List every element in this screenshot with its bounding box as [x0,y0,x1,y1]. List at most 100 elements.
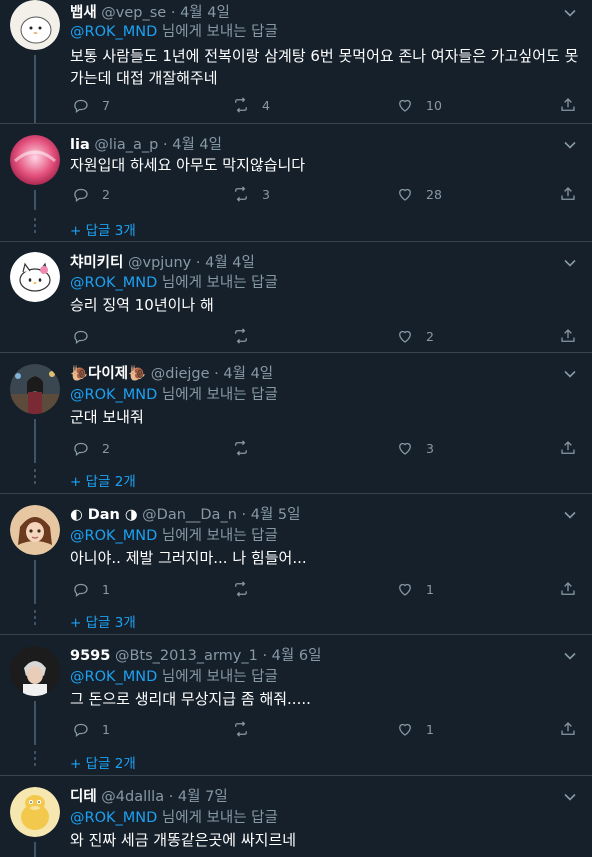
chevron-down-icon[interactable] [560,364,580,384]
avatar[interactable] [10,252,60,302]
replying-to: @ROK_MND 님에게 보내는 답글 [70,22,278,42]
avatar[interactable] [10,0,60,50]
mention-link[interactable]: @ROK_MND [70,275,157,291]
share-button[interactable] [559,719,577,739]
like-button[interactable]: 10 [396,95,442,115]
display-name[interactable]: ◐ Dan ◑ [70,507,138,523]
tweet[interactable]: ◐ Dan ◑ @Dan__Da_n · 4월 5일 @ROK_MND 님에게 … [0,494,592,634]
tweet-header: 챠미키티 @vpjuny · 4월 4일 [70,253,255,273]
action-bar: 1 1 [70,579,582,599]
display-name[interactable]: lia [70,137,90,153]
display-name[interactable]: 챠미키티 [70,255,123,271]
avatar[interactable] [10,787,60,837]
reply-button[interactable]: 1 [72,579,110,599]
share-button[interactable] [559,579,577,599]
share-button[interactable] [559,326,577,346]
mention-link[interactable]: @ROK_MND [70,24,157,40]
chevron-down-icon[interactable] [560,646,580,666]
show-more-replies[interactable]: + 답글 3개 [70,611,136,631]
retweet-count: 4 [262,97,270,113]
reply-count: 1 [102,581,110,597]
tweet[interactable]: 챠미키티 @vpjuny · 4월 4일 @ROK_MND 님에게 보내는 답글… [0,242,592,352]
display-name[interactable]: 뱁새 [70,5,97,21]
display-name[interactable]: 9595 [70,648,110,664]
action-bar: 2 3 [70,438,582,458]
avatar[interactable] [10,364,60,414]
share-icon [561,441,575,454]
replying-to-label: 님에게 보내는 답글 [161,528,278,544]
timestamp[interactable]: 4월 6일 [272,648,322,664]
chevron-down-icon[interactable] [560,3,580,23]
tweet-text: 그 돈으로 생리대 무상지급 좀 해줘..... [70,690,311,708]
reply-button[interactable]: 1 [72,719,110,739]
retweet-button[interactable] [232,719,262,739]
timestamp[interactable]: 4월 4일 [223,366,273,382]
retweet-button[interactable] [232,438,262,458]
timestamp[interactable]: 4월 4일 [172,137,222,153]
thread-line [34,190,36,210]
display-name[interactable]: 디테 [70,789,97,805]
replying-to: @ROK_MND 님에게 보내는 답글 [70,526,278,546]
like-button[interactable]: 2 [396,326,434,346]
chevron-down-icon[interactable] [560,135,580,155]
replying-to: @ROK_MND 님에게 보내는 답글 [70,667,278,687]
mention-link[interactable]: @ROK_MND [70,387,157,403]
chevron-down-icon[interactable] [560,253,580,273]
like-button[interactable]: 28 [396,184,442,204]
avatar[interactable] [10,505,60,555]
handle[interactable]: @4dallla [101,789,164,805]
tweet[interactable]: 디테 @4dallla · 4월 7일 @ROK_MND 님에게 보내는 답글 … [0,776,592,857]
share-button[interactable] [559,184,577,204]
show-more-replies[interactable]: + 답글 3개 [70,219,136,239]
timestamp[interactable]: 4월 7일 [178,789,228,805]
mention-link[interactable]: @ROK_MND [70,669,157,685]
chevron-down-icon[interactable] [560,787,580,807]
timestamp[interactable]: 4월 5일 [251,507,301,523]
retweet-button[interactable]: 4 [232,95,270,115]
separator: · [163,137,168,153]
tweet-text: 보통 사람들도 1년에 전복이랑 삼계탕 6번 못먹어요 존나 여자들은 가고싶… [70,47,579,87]
mention-link[interactable]: @ROK_MND [70,528,157,544]
share-button[interactable] [559,438,577,458]
tweet[interactable]: 🐌다이제🐌 @diejge · 4월 4일 @ROK_MND 님에게 보내는 답… [0,353,592,493]
retweet-icon [235,186,247,202]
mention-link[interactable]: @ROK_MND [70,810,157,826]
display-name[interactable]: 🐌다이제🐌 [70,366,146,382]
reply-button[interactable]: 2 [72,184,110,204]
show-more-replies[interactable]: + 답글 2개 [70,752,136,772]
like-button[interactable]: 3 [396,438,434,458]
retweet-button[interactable] [232,579,262,599]
retweet-button[interactable]: 3 [232,184,270,204]
timestamp[interactable]: 4월 4일 [205,255,255,271]
retweet-button[interactable] [232,326,262,346]
show-more-replies[interactable]: + 답글 2개 [70,470,136,490]
chevron-down-icon[interactable] [560,505,580,525]
reply-button[interactable]: 7 [72,95,110,115]
reply-button[interactable]: 2 [72,438,110,458]
like-count: 2 [426,328,434,344]
handle[interactable]: @lia_a_p [94,137,158,153]
replying-to-label: 님에게 보내는 답글 [161,669,278,685]
avatar[interactable] [10,135,60,185]
timestamp[interactable]: 4월 4일 [180,5,230,21]
retweet-count: 3 [262,186,270,202]
thread-line [34,842,36,857]
tweet[interactable]: 뱁새 @vep_se · 4월 4일 @ROK_MND 님에게 보내는 답글 보… [0,0,592,123]
reply-button[interactable] [72,326,102,346]
share-button[interactable] [559,95,577,115]
tweet[interactable]: lia @lia_a_p · 4월 4일 자원입대 하세요 아무도 막지않습니다… [0,124,592,241]
thread-line [34,419,36,463]
handle[interactable]: @vpjuny [128,255,191,271]
reply-count: 2 [102,440,110,456]
avatar[interactable] [10,646,60,696]
tweet[interactable]: 9595 @Bts_2013_army_1 · 4월 6일 @ROK_MND 님… [0,635,592,775]
handle[interactable]: @vep_se [101,5,166,21]
tweet-text: 아니야.. 제발 그러지마... 나 힘들어... [70,549,307,567]
handle[interactable]: @Dan__Da_n [142,507,237,523]
share-icon [561,187,575,200]
handle[interactable]: @Bts_2013_army_1 [115,648,258,664]
thread-dots [32,218,38,236]
like-button[interactable]: 1 [396,719,434,739]
handle[interactable]: @diejge [151,366,210,382]
like-button[interactable]: 1 [396,579,434,599]
